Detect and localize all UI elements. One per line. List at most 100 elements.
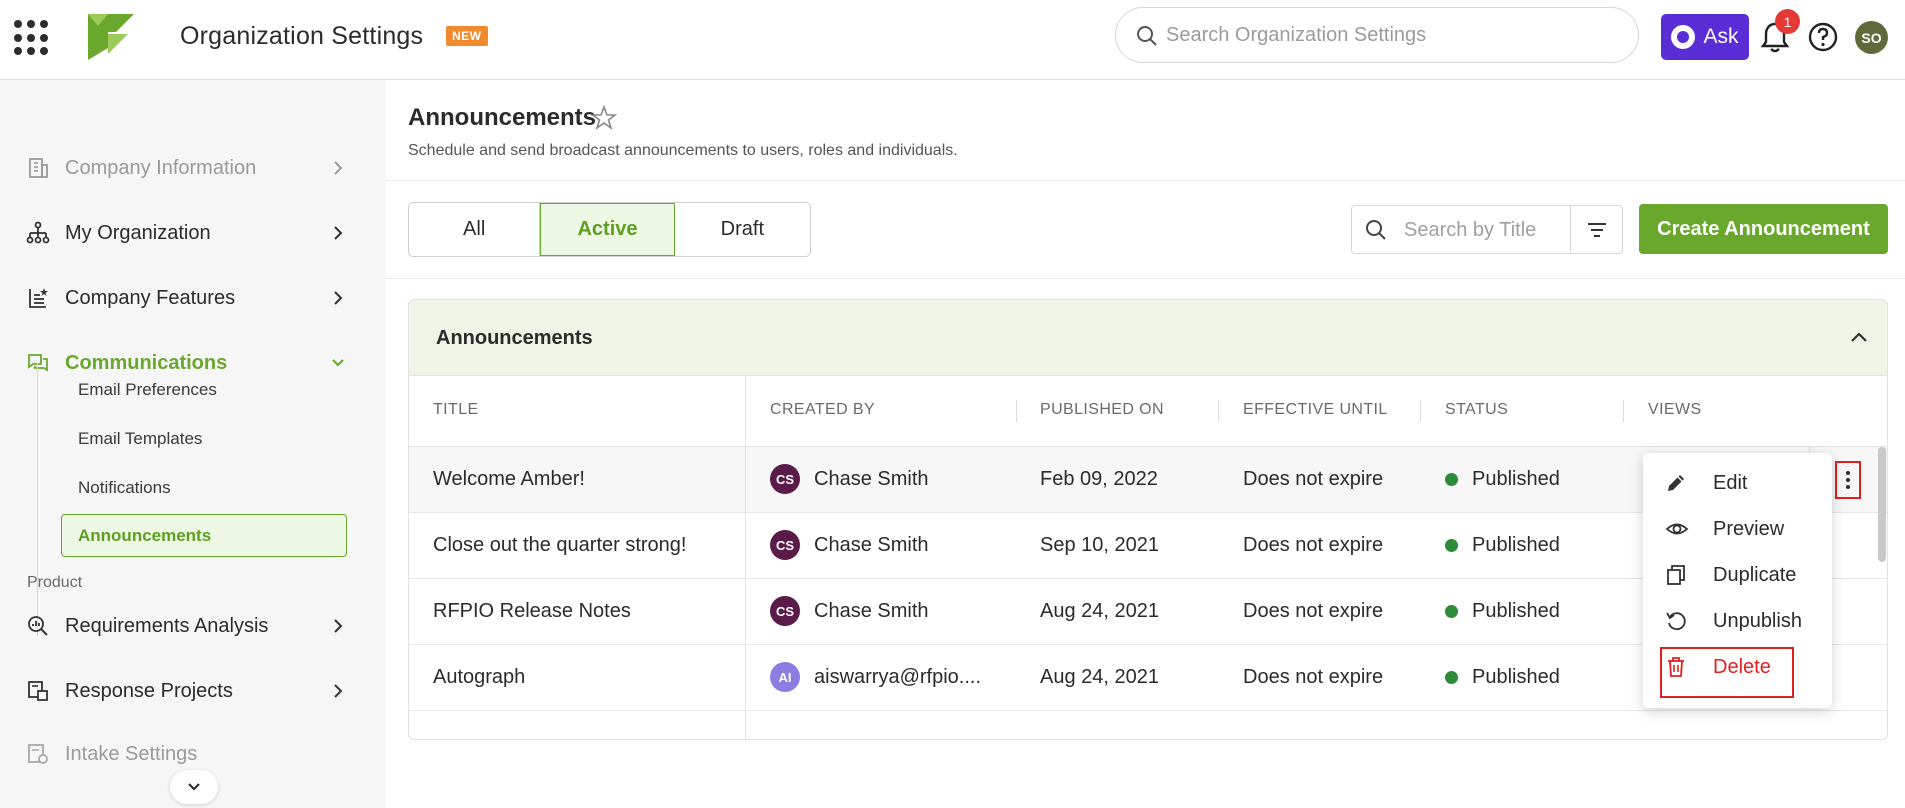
delete-highlight	[1660, 647, 1794, 698]
favorite-star-icon[interactable]	[591, 105, 617, 131]
column-header-views[interactable]: VIEWS	[1648, 401, 1702, 419]
chevron-right-icon	[334, 161, 343, 175]
top-bar: Organization Settings NEW Ask 1 SO	[0, 0, 1905, 80]
chevron-right-icon	[334, 619, 343, 633]
sidebar-subitem-email-templates[interactable]: Email Templates	[78, 429, 202, 449]
row-actions-kebab-icon[interactable]	[1835, 461, 1861, 499]
ask-logo-icon	[1671, 25, 1696, 49]
row-title: Close out the quarter strong!	[433, 534, 687, 556]
row-published-on: Sep 10, 2021	[1040, 534, 1159, 556]
status-dot-icon	[1445, 473, 1458, 486]
status-dot-icon	[1445, 671, 1458, 684]
column-header-effective-until[interactable]: EFFECTIVE UNTIL	[1243, 401, 1388, 419]
sidebar-item-my-organization[interactable]: My Organization	[0, 205, 386, 261]
app-launcher-icon[interactable]	[14, 20, 50, 56]
search-icon	[1137, 26, 1157, 46]
sidebar-item-company-features[interactable]: Company Features	[0, 270, 386, 326]
row-status: Published	[1445, 534, 1560, 557]
header-divider	[386, 180, 1905, 181]
tab-active[interactable]: Active	[540, 203, 675, 256]
sidebar-item-label: Company Information	[65, 156, 257, 179]
menu-item-label: Edit	[1713, 472, 1748, 494]
sidebar-item-label: Communications	[65, 351, 228, 374]
company-logo[interactable]	[86, 12, 138, 62]
sidebar-item-label: Requirements Analysis	[65, 614, 269, 637]
tab-draft[interactable]: Draft	[675, 203, 810, 256]
row-creator: CS Chase Smith	[770, 530, 929, 560]
tab-all[interactable]: All	[409, 203, 541, 256]
status-label: Published	[1472, 468, 1560, 490]
row-status: Published	[1445, 666, 1560, 689]
sidebar-item-requirements-analysis[interactable]: Requirements Analysis	[0, 598, 386, 654]
creator-avatar: CS	[770, 464, 800, 494]
status-dot-icon	[1445, 539, 1458, 552]
sidebar-item-response-projects[interactable]: Response Projects	[0, 663, 386, 719]
menu-item-preview[interactable]: Preview	[1643, 507, 1832, 551]
sidebar-item-label: Intake Settings	[65, 742, 198, 765]
user-avatar[interactable]: SO	[1855, 21, 1888, 54]
org-search-box[interactable]	[1115, 7, 1639, 63]
sub-menu-guide	[37, 362, 38, 636]
status-label: Published	[1472, 534, 1560, 556]
title-search-box[interactable]	[1351, 205, 1623, 254]
toolbar-divider	[386, 278, 1905, 279]
column-header-created-by[interactable]: CREATED BY	[770, 401, 875, 419]
menu-item-duplicate[interactable]: Duplicate	[1643, 553, 1832, 597]
row-title: Autograph	[433, 666, 526, 688]
magnifier-analysis-icon	[28, 616, 48, 636]
eye-icon	[1665, 523, 1689, 535]
chevron-up-icon[interactable]	[1850, 330, 1868, 344]
sidebar: Company Information My Organization Comp…	[0, 80, 386, 808]
row-published-on: Aug 24, 2021	[1040, 666, 1159, 688]
sidebar-item-label: Response Projects	[65, 679, 233, 702]
column-header-status[interactable]: STATUS	[1445, 401, 1508, 419]
status-tabs: All Active Draft	[408, 202, 811, 257]
filter-icon[interactable]	[1587, 221, 1607, 239]
menu-item-edit[interactable]: Edit	[1643, 461, 1832, 505]
search-icon	[1366, 220, 1386, 240]
ask-button[interactable]: Ask	[1661, 14, 1749, 60]
row-creator: AI aiswarrya@rfpio....	[770, 662, 981, 692]
page-title: Announcements	[408, 104, 597, 131]
chevron-right-icon	[334, 684, 343, 698]
card-header[interactable]: Announcements	[409, 300, 1887, 376]
chevron-right-icon	[334, 226, 343, 240]
create-announcement-button[interactable]: Create Announcement	[1639, 204, 1888, 254]
row-creator: CS Chase Smith	[770, 596, 929, 626]
intake-settings-icon	[28, 744, 48, 764]
row-status: Published	[1445, 468, 1560, 491]
row-effective-until: Does not expire	[1243, 534, 1384, 556]
column-header-published-on[interactable]: PUBLISHED ON	[1040, 401, 1164, 419]
menu-item-unpublish[interactable]: Unpublish	[1643, 599, 1832, 643]
column-divider	[1016, 400, 1017, 422]
status-label: Published	[1472, 600, 1560, 622]
creator-avatar: CS	[770, 596, 800, 626]
org-search-input[interactable]	[1166, 16, 1616, 54]
menu-item-label: Preview	[1713, 518, 1785, 540]
pencil-icon	[1668, 475, 1684, 491]
row-effective-until: Does not expire	[1243, 666, 1384, 688]
status-label: Published	[1472, 666, 1560, 688]
sidebar-subitem-announcements[interactable]: Announcements	[61, 514, 347, 557]
row-title: RFPIO Release Notes	[433, 600, 631, 622]
sidebar-item-company-information[interactable]: Company Information	[0, 140, 386, 196]
sidebar-scroll-down-button[interactable]	[170, 770, 218, 804]
chevron-down-icon	[188, 783, 200, 791]
sidebar-subitem-label: Announcements	[78, 526, 212, 545]
chevron-right-icon	[334, 291, 343, 305]
row-creator: CS Chase Smith	[770, 464, 929, 494]
projects-icon	[28, 681, 48, 701]
chevron-down-icon	[332, 359, 344, 367]
sidebar-subitem-email-preferences[interactable]: Email Preferences	[78, 380, 217, 400]
sidebar-subitem-notifications[interactable]: Notifications	[78, 478, 171, 498]
row-status: Published	[1445, 600, 1560, 623]
title-search-input[interactable]	[1404, 214, 1564, 246]
sidebar-item-label: My Organization	[65, 221, 211, 244]
creator-name: Chase Smith	[814, 599, 929, 622]
status-dot-icon	[1445, 605, 1458, 618]
help-icon[interactable]	[1807, 21, 1839, 53]
sidebar-item-label: Company Features	[65, 286, 236, 309]
column-header-title[interactable]: TITLE	[433, 401, 479, 419]
table-scrollbar[interactable]	[1878, 447, 1886, 562]
menu-item-label: Duplicate	[1713, 564, 1797, 586]
